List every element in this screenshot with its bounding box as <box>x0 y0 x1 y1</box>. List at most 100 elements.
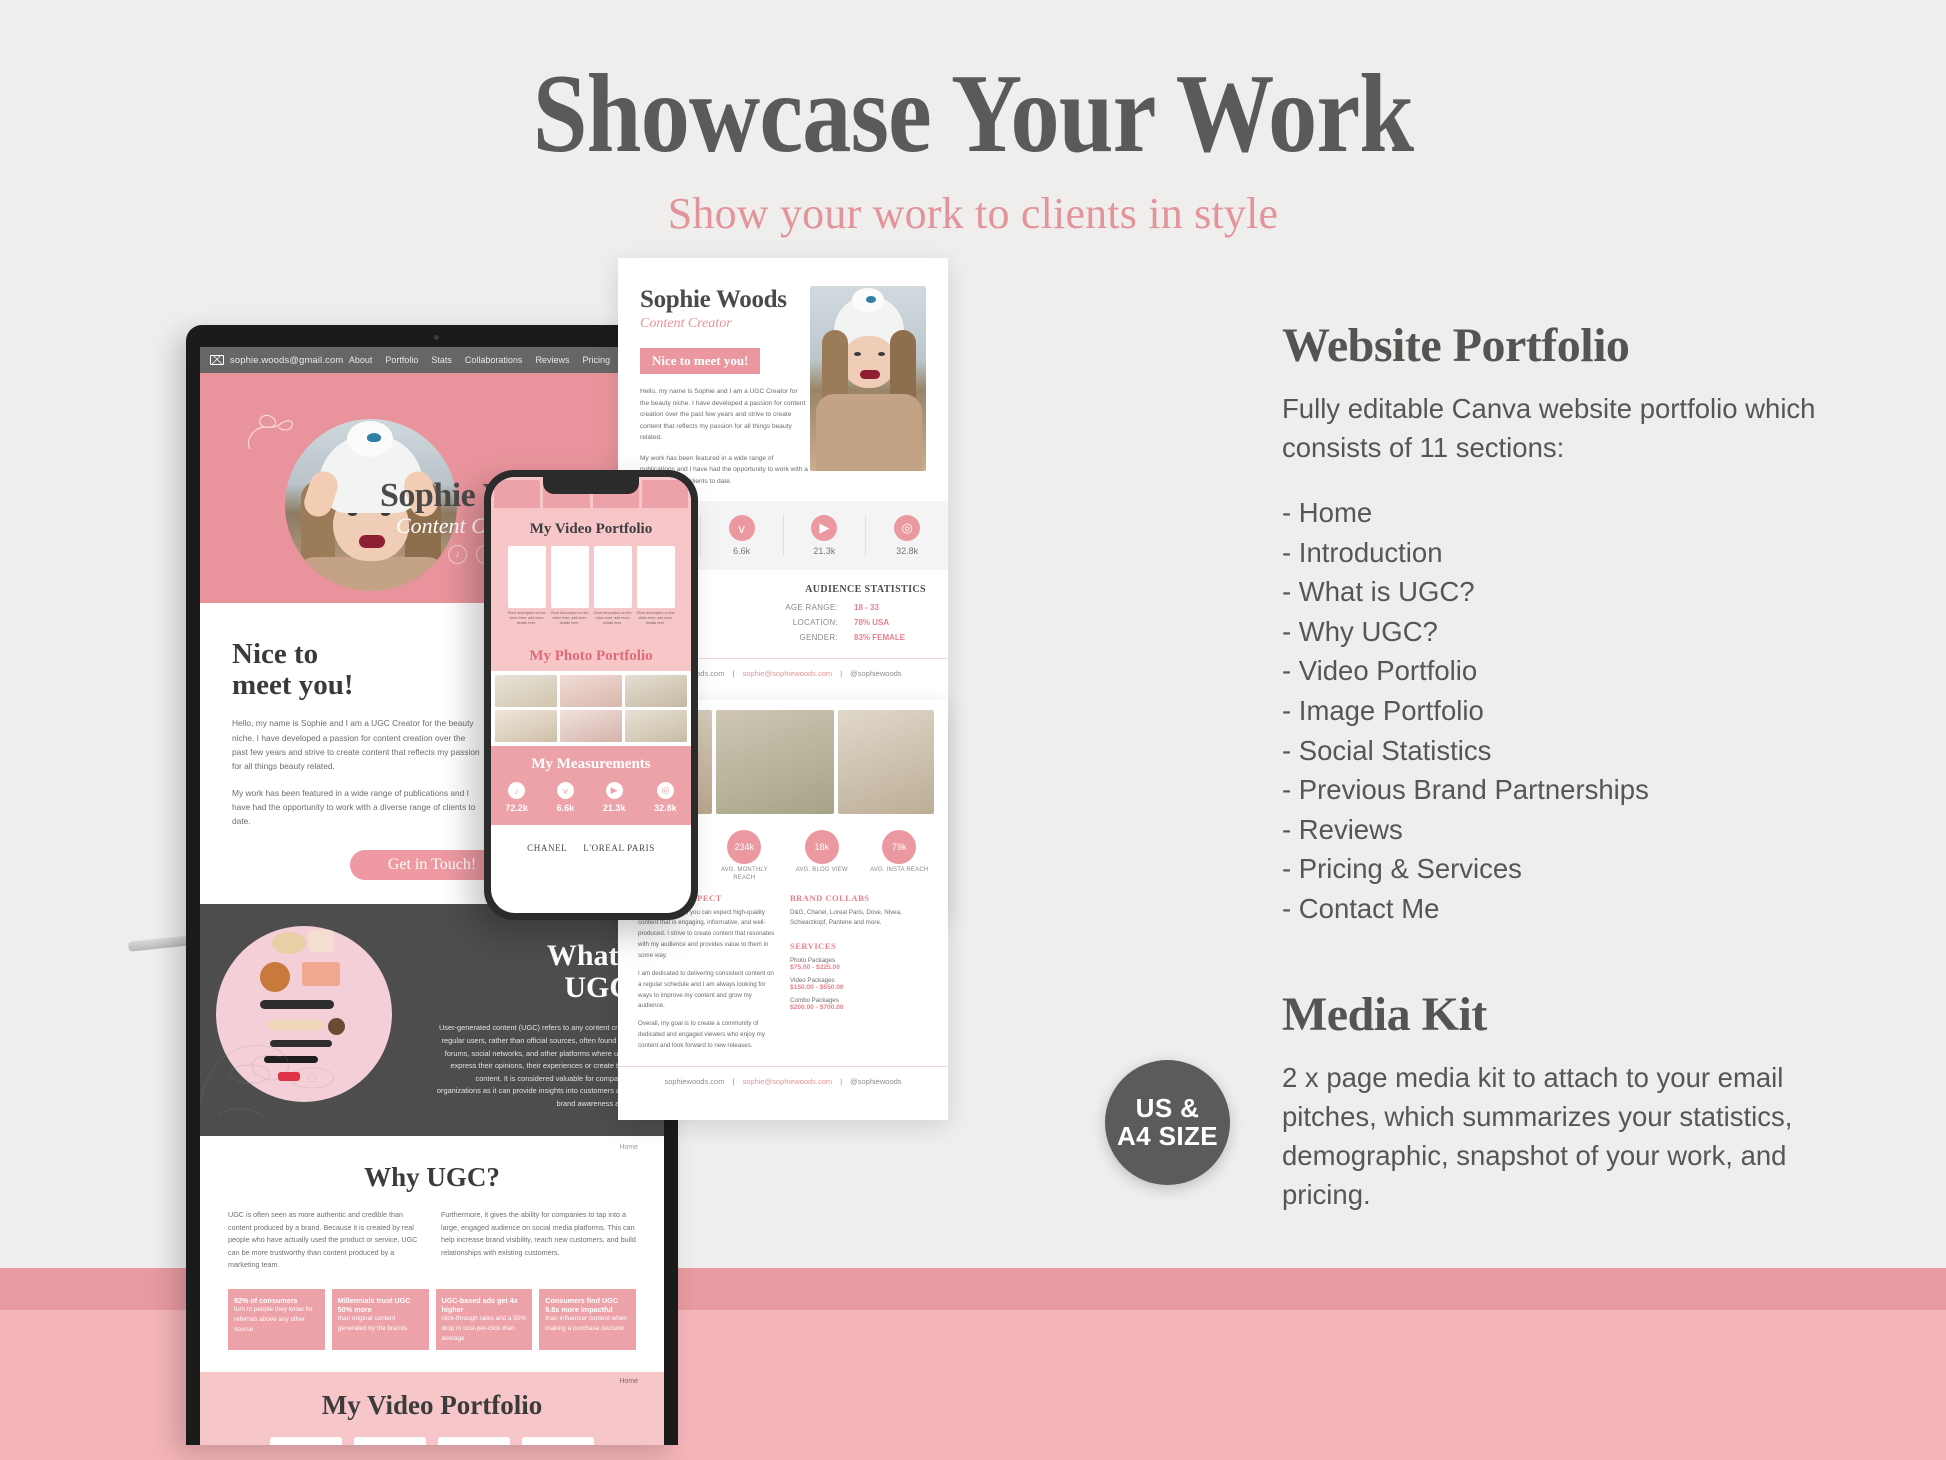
mk2-footer: sophiewoods.com | sophie@sophiewoods.com… <box>618 1065 948 1096</box>
audience-value: 83% FEMALE <box>854 633 906 643</box>
stat-text: than original content generated by the b… <box>337 1315 408 1332</box>
ugc-paragraph: User-generated content (UGC) refers to a… <box>436 1023 646 1108</box>
butterfly-decoration-icon <box>248 414 293 450</box>
stat-card: 92% of consumers turn to people they kno… <box>228 1289 325 1351</box>
measure-value: 6.6k <box>556 803 575 814</box>
navbar-links: About Portfolio Stats Collaborations Rev… <box>349 355 654 365</box>
phone-stat-box <box>494 480 541 508</box>
gallery-image <box>716 710 834 814</box>
footer-email[interactable]: sophie@sophiewoods.com <box>742 669 832 678</box>
measure-value: 32.8k <box>654 803 677 814</box>
video-card[interactable] <box>438 1437 510 1445</box>
audience-key: AGE RANGE: <box>785 603 838 613</box>
footer-email[interactable]: sophie@sophiewoods.com <box>742 1077 832 1086</box>
media-kit-description: 2 x page media kit to attach to your ema… <box>1282 1061 1793 1210</box>
services-title: SERVICES <box>790 941 837 952</box>
social-count: 21.3k <box>813 546 836 557</box>
stat-text: click-through rates and a 50% drop in co… <box>441 1315 527 1342</box>
mk1-profile-photo <box>810 286 926 471</box>
service-row: Combo Packages $200.00 - $700.00 <box>790 997 928 1011</box>
avatar-lips <box>359 535 385 548</box>
video-card[interactable] <box>522 1437 594 1445</box>
phone-video-thumb[interactable] <box>593 546 632 608</box>
nav-link-stats[interactable]: Stats <box>431 355 452 365</box>
phone-video-thumb[interactable] <box>507 546 546 608</box>
circle-stat: 79k AVG. INSTA REACH <box>864 830 934 883</box>
phone-video-thumb[interactable] <box>636 546 675 608</box>
nav-link-collaborations[interactable]: Collaborations <box>465 355 523 365</box>
why-ugc-paragraph-right: Furthermore, it gives the ability for co… <box>441 1210 636 1257</box>
website-portfolio-title: Website Portfolio <box>1282 319 1630 372</box>
phone-video-portfolio-heading: My Video Portfolio <box>529 521 653 537</box>
stat-text: turn to people they know for referrals a… <box>234 1306 313 1333</box>
service-name: Photo Packages <box>790 957 836 965</box>
footer-handle[interactable]: @sophiewoods <box>850 669 901 678</box>
phone-screen: My Video Portfolio Short description on … <box>491 477 691 913</box>
video-card[interactable] <box>270 1437 342 1445</box>
phone-stat-box <box>641 480 688 508</box>
footer-divider: | <box>840 669 843 679</box>
footer-divider: | <box>840 1076 843 1086</box>
stat-value: Consumers find UGC 9.8x more impactful <box>545 1296 618 1315</box>
stat-text: than influencer content when making a pu… <box>545 1315 627 1332</box>
video-cards <box>200 1437 664 1445</box>
page-subtitle: Show your work to clients in style <box>667 189 1279 238</box>
tiktok-icon[interactable]: ♪ <box>448 545 467 564</box>
nav-link-about[interactable]: About <box>349 355 373 365</box>
phone-photo-cell[interactable] <box>625 675 687 708</box>
nav-link-pricing[interactable]: Pricing <box>582 355 610 365</box>
phone-video-caption: Short description on the video here, add… <box>507 611 546 626</box>
stat-bubble: 79k <box>882 830 917 864</box>
audience-value: 18 - 33 <box>854 603 879 613</box>
phone-video-item[interactable]: Short description on the video here, add… <box>507 546 546 626</box>
phone-photo-cell[interactable] <box>560 710 622 743</box>
stat-bubble: 18k <box>804 830 839 864</box>
phone-video-item[interactable]: Short description on the video here, add… <box>550 546 589 626</box>
footer-divider: | <box>732 669 735 679</box>
phone-photo-cell[interactable] <box>560 675 622 708</box>
phone-measurements-heading: My Measurements <box>531 756 651 773</box>
phone-photo-cell[interactable] <box>495 710 557 743</box>
phone-video-thumb[interactable] <box>550 546 589 608</box>
video-card[interactable] <box>354 1437 426 1445</box>
why-ugc-paragraph-left: UGC is often seen as more authentic and … <box>228 1210 418 1269</box>
nav-link-portfolio[interactable]: Portfolio <box>385 355 418 365</box>
stat-bubble: 234k <box>727 830 762 864</box>
nav-link-reviews[interactable]: Reviews <box>535 355 569 365</box>
phone-measure: ▶ 21.3k <box>603 782 625 813</box>
line-art-face-icon <box>200 1045 335 1125</box>
list-item: - Video Portfolio <box>1282 655 1478 687</box>
phone-measure: ◎ 32.8k <box>654 782 677 813</box>
list-item: - Why UGC? <box>1282 615 1438 647</box>
circle-stat: 234k AVG. MONTHLY REACH <box>709 830 779 883</box>
phone-photo-cell[interactable] <box>495 675 557 708</box>
phone-photo-cell[interactable] <box>625 710 687 743</box>
phone-video-item[interactable]: Short description on the video here, add… <box>593 546 632 626</box>
mk1-ribbon: Nice to meet you! <box>640 348 761 374</box>
badge-line-2: A4 SIZE <box>1116 1120 1219 1151</box>
phone-brand-logos: CHANEL L'OREAL PARIS <box>491 825 691 872</box>
service-name: Combo Packages <box>790 997 839 1005</box>
instagram-icon: ◎ <box>894 515 921 542</box>
footer-website[interactable]: sophiewoods.com <box>664 1077 724 1086</box>
brand-collabs-title: BRAND COLLABS <box>790 892 870 903</box>
chanel-logo: CHANEL <box>527 843 568 854</box>
home-anchor-link[interactable]: Home <box>619 1144 638 1151</box>
service-row: Photo Packages $75.00 - $225.00 <box>790 957 928 971</box>
stat-label: AVG. BLOG VIEW <box>795 867 848 873</box>
photo-face <box>842 336 896 388</box>
site-navbar: sophie.woods@gmail.com About Portfolio S… <box>200 347 664 373</box>
footer-divider: | <box>732 1076 735 1086</box>
photo-lips <box>860 370 880 379</box>
makeup-item <box>308 930 334 953</box>
footer-handle[interactable]: @sophiewoods <box>850 1077 901 1086</box>
phone-video-item[interactable]: Short description on the video here, add… <box>636 546 675 626</box>
gallery-image <box>838 710 934 814</box>
social-count: 32.8k <box>896 546 919 557</box>
home-anchor-link[interactable]: Home <box>619 1378 638 1385</box>
description-column: Website Portfolio Fully editable Canva w… <box>1282 318 1882 1214</box>
twitter-icon: ᴠ <box>728 515 755 542</box>
phone-notch <box>543 477 639 494</box>
tiktok-icon: ♪ <box>508 782 526 800</box>
photo-eye <box>854 352 861 356</box>
